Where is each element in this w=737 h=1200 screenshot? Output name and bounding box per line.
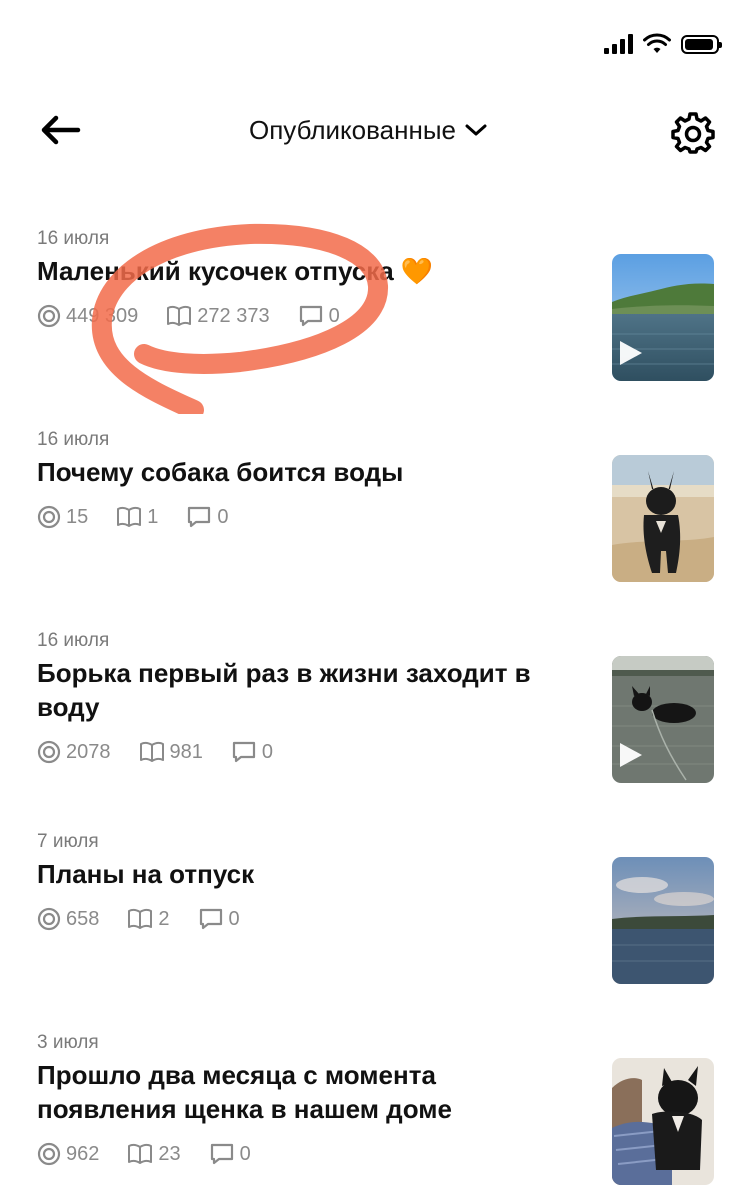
page-title: Опубликованные xyxy=(249,115,456,145)
comments-count: 0 xyxy=(328,304,340,327)
publication-date: 16 июля xyxy=(37,630,110,651)
publication-stats: 2078 981 0 xyxy=(37,740,301,764)
lake-sunset-photo xyxy=(612,857,714,984)
publication-date: 16 июля xyxy=(37,228,110,249)
reads-count: 2 xyxy=(158,907,170,930)
comments-count: 0 xyxy=(261,740,273,763)
views-icon xyxy=(37,740,61,764)
publication-title-text: Маленький кусочек отпуска xyxy=(37,256,394,286)
comments-stat: 0 xyxy=(298,304,340,328)
views-count: 449 309 xyxy=(66,304,139,327)
publication-item[interactable]: 16 июля Почему собака боится воды 15 1 0 xyxy=(0,425,737,585)
publication-item[interactable]: 16 июля Борька первый раз в жизни заходи… xyxy=(0,626,737,821)
views-stat: 658 xyxy=(37,907,99,931)
reads-count: 23 xyxy=(158,1142,181,1165)
status-icons xyxy=(604,33,722,55)
settings-button[interactable] xyxy=(671,110,715,154)
cellular-signal-icon xyxy=(604,34,633,54)
reads-count: 1 xyxy=(147,505,159,528)
reads-count: 981 xyxy=(169,740,203,763)
views-stat: 15 xyxy=(37,505,88,529)
reads-stat: 2 xyxy=(127,907,170,931)
publication-stats: 962 23 0 xyxy=(37,1142,279,1166)
publication-title: Планы на отпуск xyxy=(37,859,255,889)
reads-stat: 1 xyxy=(116,506,158,529)
header: Опубликованные xyxy=(0,100,737,162)
person-holding-puppy-photo xyxy=(612,1058,714,1185)
comment-icon xyxy=(199,908,222,930)
wifi-icon xyxy=(643,33,671,53)
reads-count: 272 373 xyxy=(197,304,270,327)
status-bar xyxy=(0,0,737,90)
orange-heart-emoji: 🧡 xyxy=(400,256,434,286)
views-icon xyxy=(37,304,61,328)
views-stat: 2078 xyxy=(37,740,111,764)
video-play-icon xyxy=(620,743,642,767)
publication-stats: 449 309 272 373 0 xyxy=(37,304,368,328)
views-count: 658 xyxy=(66,907,100,930)
battery-icon xyxy=(681,34,722,54)
reads-stat: 272 373 xyxy=(166,304,270,328)
views-count: 15 xyxy=(66,505,89,528)
publication-filter-dropdown[interactable]: Опубликованные xyxy=(219,110,519,150)
publication-item[interactable]: 3 июля Прошло два месяца с момента появл… xyxy=(0,1028,737,1200)
book-icon xyxy=(167,305,192,326)
back-button[interactable] xyxy=(38,112,84,148)
views-icon xyxy=(37,907,61,931)
publication-thumbnail[interactable] xyxy=(612,1058,714,1185)
reads-stat: 23 xyxy=(127,1142,181,1166)
publication-thumbnail[interactable] xyxy=(612,857,714,984)
publication-title: Борька первый раз в жизни заходит в воду xyxy=(37,658,531,722)
comment-icon xyxy=(188,506,211,528)
publication-stats: 15 1 0 xyxy=(37,505,257,529)
publication-title: Почему собака боится воды xyxy=(37,457,404,487)
comments-count: 0 xyxy=(217,505,229,528)
publication-title: Прошло два месяца с момента появления ще… xyxy=(37,1060,452,1124)
views-count: 2078 xyxy=(66,740,111,763)
publication-thumbnail[interactable] xyxy=(612,656,714,783)
comments-stat: 0 xyxy=(209,1142,251,1166)
battery-level xyxy=(685,38,713,50)
book-icon xyxy=(128,1143,153,1164)
comments-stat: 0 xyxy=(186,505,229,529)
comment-icon xyxy=(299,305,322,327)
publication-date: 16 июля xyxy=(37,429,110,450)
gear-icon xyxy=(671,112,715,154)
comment-icon xyxy=(232,741,255,763)
dog-on-beach-photo xyxy=(612,455,714,582)
chevron-down-icon xyxy=(465,124,487,136)
publication-item[interactable]: 7 июля Планы на отпуск 658 2 0 xyxy=(0,827,737,987)
views-icon xyxy=(37,505,61,529)
book-icon xyxy=(117,506,142,527)
video-play-icon xyxy=(620,341,642,365)
comments-count: 0 xyxy=(228,907,240,930)
publication-stats: 658 2 0 xyxy=(37,907,268,931)
publication-item[interactable]: 16 июля Маленький кусочек отпуска 🧡 449 … xyxy=(0,224,737,384)
comments-stat: 0 xyxy=(198,907,240,931)
publication-date: 7 июля xyxy=(37,831,99,852)
comment-icon xyxy=(210,1143,233,1165)
reads-stat: 981 xyxy=(139,741,203,764)
publication-thumbnail[interactable] xyxy=(612,254,714,381)
book-icon xyxy=(139,741,164,762)
publication-thumbnail[interactable] xyxy=(612,455,714,582)
views-stat: 449 309 xyxy=(37,304,138,328)
views-stat: 962 xyxy=(37,1142,99,1166)
views-count: 962 xyxy=(66,1142,100,1165)
publication-title: Маленький кусочек отпуска 🧡 xyxy=(37,254,582,288)
book-icon xyxy=(128,908,153,929)
publication-date: 3 июля xyxy=(37,1032,99,1053)
arrow-left-icon xyxy=(41,115,81,145)
comments-count: 0 xyxy=(239,1142,251,1165)
views-icon xyxy=(37,1142,61,1166)
comments-stat: 0 xyxy=(231,740,273,764)
